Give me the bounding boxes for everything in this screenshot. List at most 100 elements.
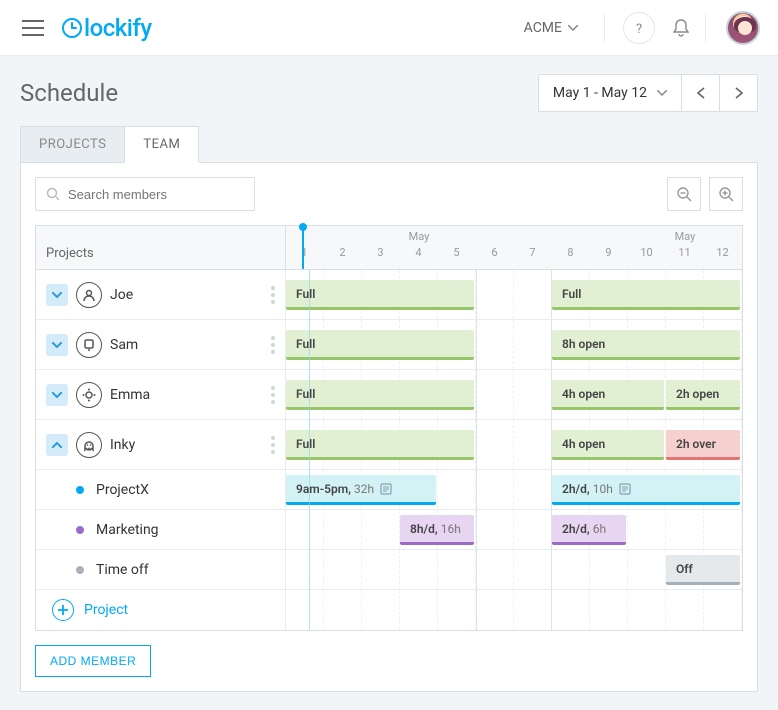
avatar-icon <box>76 432 102 458</box>
drag-handle[interactable] <box>271 336 275 354</box>
expand-button[interactable] <box>46 384 68 406</box>
project-row: Time off Off <box>36 550 742 590</box>
bar-label: 4h open <box>562 437 605 451</box>
prev-period-button[interactable] <box>681 74 719 112</box>
project-color-dot <box>76 486 84 494</box>
drag-handle[interactable] <box>271 286 275 304</box>
column-header-projects: Projects <box>36 226 286 269</box>
schedule-bar[interactable]: 2h open <box>666 380 740 410</box>
row-name-cell: ProjectX <box>36 470 286 509</box>
user-avatar[interactable] <box>726 11 760 45</box>
note-icon <box>380 483 392 495</box>
bar-label: 2h over <box>676 437 716 451</box>
date-range-picker[interactable]: May 1 - May 12 <box>538 74 758 112</box>
logo-text: lockify <box>84 14 152 42</box>
row-timeline[interactable]: 8h/d, 16h 2h/d, 6h <box>286 510 742 549</box>
schedule-bar[interactable]: Off <box>666 555 740 585</box>
bar-label: 2h/d, <box>562 522 590 536</box>
schedule-bar[interactable]: 2h/d, 10h <box>552 475 740 505</box>
plus-icon <box>52 599 74 621</box>
logo[interactable]: lockify <box>62 14 152 42</box>
search-input[interactable] <box>68 187 244 202</box>
drag-handle[interactable] <box>271 386 275 404</box>
today-marker <box>302 226 304 269</box>
bar-label: 2h/d, <box>562 482 590 496</box>
schedule-bar[interactable]: 4h open <box>552 380 664 410</box>
chevron-left-icon <box>697 87 705 99</box>
day-header: 12 <box>704 226 742 269</box>
person-name: Emma <box>110 387 150 403</box>
help-icon: ? <box>634 21 644 35</box>
row-timeline[interactable]: Full 8h open <box>286 320 742 369</box>
schedule-bar[interactable]: Full <box>286 280 474 310</box>
add-project-label: Project <box>84 602 128 618</box>
person-row: Sam Full 8h open <box>36 320 742 370</box>
zoom-in-button[interactable] <box>709 177 743 211</box>
person-name: Sam <box>110 337 138 353</box>
zoom-out-button[interactable] <box>667 177 701 211</box>
clock-icon <box>62 18 82 38</box>
row-timeline[interactable]: 9am-5pm, 32h 2h/d, 10h <box>286 470 742 509</box>
date-range-label[interactable]: May 1 - May 12 <box>539 85 681 101</box>
search-input-wrapper[interactable] <box>35 177 255 211</box>
day-header: 1 <box>286 226 324 269</box>
zoom-out-icon <box>676 186 692 202</box>
bar-label: Off <box>676 562 693 576</box>
help-button[interactable]: ? <box>623 12 655 44</box>
expand-button[interactable] <box>46 334 68 356</box>
add-project-row: Project <box>36 590 742 630</box>
schedule-bar[interactable]: 2h over <box>666 430 740 460</box>
bar-suffix: 32h <box>354 482 374 496</box>
schedule-bar[interactable]: Full <box>286 380 474 410</box>
bar-label: Full <box>296 337 315 351</box>
timeline-header: 123456789101112MayMay <box>286 226 742 269</box>
person-row: Inky Full 4h open 2h over <box>36 420 742 470</box>
project-name: Time off <box>96 562 149 578</box>
bar-suffix: 16h <box>441 522 461 536</box>
tab-projects[interactable]: PROJECTS <box>20 126 124 163</box>
person-row: Emma Full 4h open 2h open <box>36 370 742 420</box>
schedule-bar[interactable]: 4h open <box>552 430 664 460</box>
chevron-down-icon <box>568 25 578 31</box>
zoom-in-icon <box>718 186 734 202</box>
add-member-button[interactable]: ADD MEMBER <box>35 645 151 677</box>
schedule-bar[interactable]: Full <box>552 280 740 310</box>
bar-label: 2h open <box>676 387 719 401</box>
page-title: Schedule <box>20 79 118 107</box>
bar-suffix: 10h <box>593 482 613 496</box>
tab-team[interactable]: TEAM <box>124 126 199 163</box>
schedule-bar[interactable]: 8h/d, 16h <box>400 515 474 545</box>
workspace-selector[interactable]: ACME <box>524 20 578 36</box>
add-project-button[interactable]: Project <box>46 599 128 621</box>
notifications-button[interactable] <box>665 12 697 44</box>
row-timeline[interactable] <box>286 590 742 630</box>
expand-button[interactable] <box>46 284 68 306</box>
avatar-icon <box>76 282 102 308</box>
project-color-dot <box>76 566 84 574</box>
bell-icon <box>673 19 689 37</box>
drag-handle[interactable] <box>271 436 275 454</box>
bar-label: Full <box>562 287 581 301</box>
collapse-button[interactable] <box>46 434 68 456</box>
project-name: Marketing <box>96 522 159 538</box>
schedule-bar[interactable]: 8h open <box>552 330 740 360</box>
schedule-bar[interactable]: 9am-5pm, 32h <box>286 475 436 505</box>
row-name-cell: Marketing <box>36 510 286 549</box>
schedule-bar[interactable]: 2h/d, 6h <box>552 515 626 545</box>
bar-label: Full <box>296 287 315 301</box>
bar-label: 9am-5pm, <box>296 482 351 496</box>
person-name: Inky <box>110 437 135 453</box>
row-timeline[interactable]: Off <box>286 550 742 589</box>
avatar-icon <box>76 382 102 408</box>
next-period-button[interactable] <box>719 74 757 112</box>
row-name-cell: Sam <box>36 320 286 369</box>
row-timeline[interactable]: Full Full <box>286 270 742 319</box>
menu-icon[interactable] <box>18 15 48 41</box>
schedule-bar[interactable]: Full <box>286 430 474 460</box>
schedule-bar[interactable]: Full <box>286 330 474 360</box>
row-name-cell: Inky <box>36 420 286 469</box>
row-name-cell: Time off <box>36 550 286 589</box>
row-timeline[interactable]: Full 4h open 2h over <box>286 420 742 469</box>
row-name-cell: Project <box>36 590 286 630</box>
row-timeline[interactable]: Full 4h open 2h open <box>286 370 742 419</box>
